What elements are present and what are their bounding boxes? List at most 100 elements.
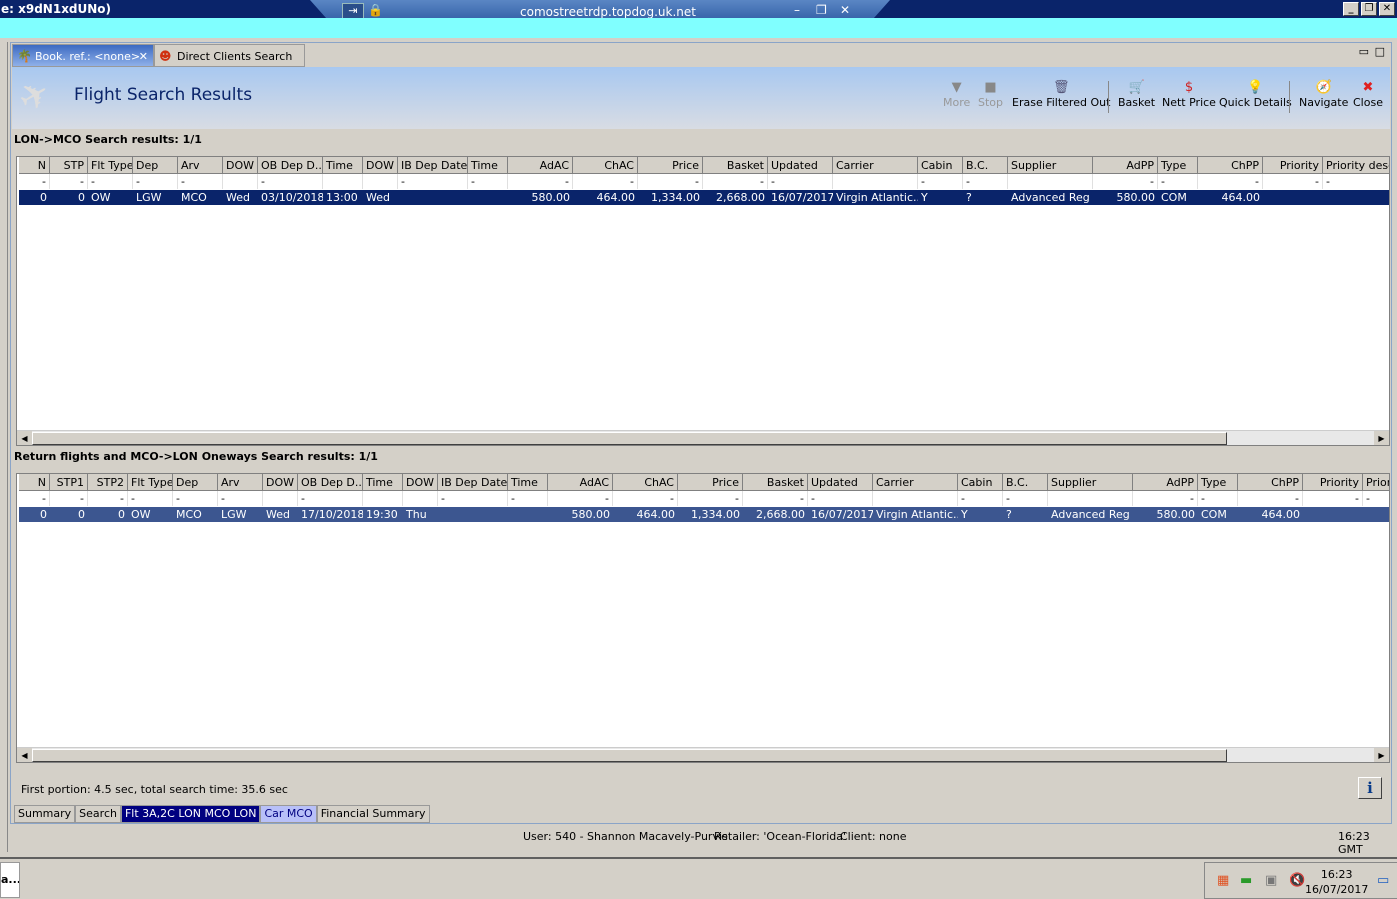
column-header-cell[interactable]: OB Dep D... — [258, 157, 323, 174]
column-header-cell[interactable]: Dep — [173, 474, 218, 491]
restore-button[interactable]: ❐ — [1361, 2, 1377, 16]
info-button[interactable]: i — [1358, 777, 1382, 799]
pin-icon[interactable]: ⇥ — [342, 3, 364, 19]
column-header-cell[interactable]: Time — [363, 474, 403, 491]
column-header-cell[interactable]: AdAC — [508, 157, 573, 174]
column-header-cell[interactable]: Time — [323, 157, 363, 174]
filter-row[interactable]: -------------------- — [19, 174, 1389, 189]
tab-booking-ref[interactable]: 🌴 Book. ref.: <none> ✕ — [12, 44, 154, 67]
scrollbar-thumb[interactable] — [32, 749, 1227, 762]
column-header-cell[interactable]: ChPP — [1198, 157, 1263, 174]
column-header-cell[interactable]: DOW — [263, 474, 298, 491]
close-tab-icon[interactable]: ✕ — [139, 45, 148, 68]
tab-search[interactable]: Search — [75, 805, 121, 823]
column-header-cell[interactable]: Flt Type — [88, 157, 133, 174]
maximize-view-icon[interactable]: □ — [1375, 45, 1385, 58]
volume-muted-icon[interactable]: 🔇 — [1289, 873, 1305, 888]
column-header-cell[interactable]: Prior — [1363, 474, 1389, 491]
column-header-cell[interactable]: IB Dep Date — [398, 157, 468, 174]
navigate-button[interactable]: 🧭 Navigate — [1299, 79, 1348, 109]
column-header-cell[interactable]: Priority — [1263, 157, 1323, 174]
column-header-cell[interactable]: STP2 — [88, 474, 128, 491]
nett-price-button[interactable]: $ Nett Price — [1162, 79, 1216, 109]
rdp-restore-button[interactable]: ❐ — [816, 3, 827, 17]
close-window-button[interactable]: ✕ — [1379, 2, 1395, 16]
column-header-cell[interactable]: Supplier — [1048, 474, 1133, 491]
column-header-cell[interactable]: Time — [508, 474, 548, 491]
column-header-cell[interactable]: Price — [638, 157, 703, 174]
table-row[interactable]: 0 0 OW LGW MCO Wed 03/10/2018 13:00 Wed 580.00 464… — [19, 190, 1389, 205]
rdp-minimize-button[interactable]: – — [794, 3, 800, 17]
column-header-cell[interactable]: STP1 — [50, 474, 88, 491]
column-header-cell[interactable]: Priority — [1303, 474, 1363, 491]
minimize-view-icon[interactable]: ▭ — [1359, 45, 1369, 58]
tab-flight[interactable]: Flt 3A,2C LON MCO LON — [120, 805, 261, 823]
close-button[interactable]: ✖ Close — [1353, 79, 1383, 109]
column-header-cell[interactable]: AdAC — [548, 474, 613, 491]
column-header-cell[interactable]: STP — [50, 157, 88, 174]
avg-antivirus-icon[interactable]: ▦ — [1217, 873, 1229, 888]
column-header-cell[interactable]: Carrier — [873, 474, 958, 491]
column-header-cell[interactable]: Type — [1158, 157, 1198, 174]
column-header-cell[interactable]: Time — [468, 157, 508, 174]
horizontal-scrollbar[interactable]: ◀ ▶ — [17, 430, 1389, 445]
taskbar-item[interactable]: a... — [0, 862, 20, 898]
tab-car[interactable]: Car MCO — [260, 805, 317, 823]
scroll-right-icon[interactable]: ▶ — [1374, 431, 1389, 445]
column-header[interactable]: N STP1 STP2 Flt Type Dep Arv DOW OB Dep D... Tim… — [19, 474, 1389, 491]
column-header-cell[interactable]: Arv — [218, 474, 263, 491]
column-header-cell[interactable]: Type — [1198, 474, 1238, 491]
horizontal-scrollbar[interactable]: ◀ ▶ — [17, 747, 1389, 762]
network-card-icon[interactable]: ▬ — [1240, 873, 1252, 888]
basket-button[interactable]: 🛒 Basket — [1118, 79, 1155, 109]
column-header-cell[interactable]: DOW — [363, 157, 398, 174]
tab-summary[interactable]: Summary — [14, 805, 76, 823]
tab-financial-summary[interactable]: Financial Summary — [316, 805, 430, 823]
scrollbar-thumb[interactable] — [32, 432, 1227, 445]
column-header-cell[interactable]: IB Dep Date — [438, 474, 508, 491]
column-header-cell[interactable]: Carrier — [833, 157, 918, 174]
column-header-cell[interactable]: N — [19, 474, 50, 491]
column-header-cell[interactable]: Updated — [808, 474, 873, 491]
column-header-cell[interactable]: Basket — [743, 474, 808, 491]
toolbar-label: More — [943, 96, 971, 109]
column-header-cell[interactable]: Cabin — [958, 474, 1003, 491]
column-header-cell[interactable]: ChPP — [1238, 474, 1303, 491]
minimize-button[interactable]: _ — [1343, 2, 1359, 16]
network-computer-icon[interactable]: ▣ — [1265, 873, 1277, 888]
column-header-cell[interactable]: Price — [678, 474, 743, 491]
scroll-left-icon[interactable]: ◀ — [17, 748, 32, 762]
column-header-cell[interactable]: Priority descr — [1323, 157, 1389, 174]
erase-filtered-out-button[interactable]: 🗑 Erase Filtered Out — [1012, 79, 1110, 109]
column-header-cell[interactable]: AdPP — [1093, 157, 1158, 174]
show-desktop-icon[interactable]: ▭ — [1377, 873, 1389, 888]
tab-direct-clients-search[interactable]: ☻ Direct Clients Search — [154, 44, 305, 67]
column-header-cell[interactable]: ChAC — [613, 474, 678, 491]
more-button[interactable]: ▼ More — [943, 79, 970, 109]
column-header-cell[interactable]: N — [19, 157, 50, 174]
column-header-cell[interactable]: B.C. — [1003, 474, 1048, 491]
filter-row-cell: - — [1238, 491, 1303, 506]
column-header-cell[interactable]: Cabin — [918, 157, 963, 174]
column-header-cell[interactable]: DOW — [403, 474, 438, 491]
column-header[interactable]: N STP Flt Type Dep Arv DOW OB Dep D... Time DOW I… — [19, 157, 1389, 174]
column-header-cell[interactable]: Supplier — [1008, 157, 1093, 174]
column-header-cell[interactable]: Updated — [768, 157, 833, 174]
column-header-cell[interactable]: DOW — [223, 157, 258, 174]
table-row[interactable]: 0 0 0 OW MCO LGW Wed 17/10/2018 19:30 Thu 580.00 46… — [19, 507, 1389, 522]
scroll-left-icon[interactable]: ◀ — [17, 431, 32, 445]
column-header-cell[interactable]: Basket — [703, 157, 768, 174]
column-header-cell[interactable]: ChAC — [573, 157, 638, 174]
person-icon: ☻ — [159, 49, 172, 63]
column-header-cell[interactable]: AdPP — [1133, 474, 1198, 491]
column-header-cell[interactable]: Arv — [178, 157, 223, 174]
column-header-cell[interactable]: B.C. — [963, 157, 1008, 174]
column-header-cell[interactable]: OB Dep D... — [298, 474, 363, 491]
quick-details-button[interactable]: 💡 Quick Details — [1219, 79, 1292, 109]
rdp-close-button[interactable]: ✕ — [840, 3, 850, 17]
column-header-cell[interactable]: Dep — [133, 157, 178, 174]
filter-row[interactable]: --------------------- — [19, 491, 1389, 506]
stop-button[interactable]: ■ Stop — [978, 79, 1003, 109]
column-header-cell[interactable]: Flt Type — [128, 474, 173, 491]
scroll-right-icon[interactable]: ▶ — [1374, 748, 1389, 762]
